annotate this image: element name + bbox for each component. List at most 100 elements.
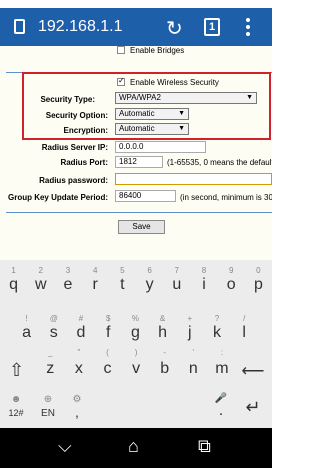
key-label: b (160, 360, 170, 377)
save-button[interactable]: Save (118, 220, 165, 234)
language-label: EN (41, 408, 55, 419)
radius-port-input[interactable]: 1812 (115, 156, 163, 168)
key-secondary-label: & (159, 314, 166, 323)
key-label: m (215, 360, 229, 377)
enable-bridges-label: Enable Bridges (130, 46, 185, 55)
radius-server-ip-label: Radius Server IP: (41, 143, 108, 152)
key-t[interactable]: 5t (109, 262, 136, 306)
key-label: w (35, 276, 47, 293)
key-label: e (63, 276, 73, 293)
key-u[interactable]: 7u (163, 262, 190, 306)
key-label: k (212, 324, 221, 341)
radius-password-label: Radius password: (39, 176, 108, 185)
url-field[interactable]: 192.168.1.1 (38, 18, 123, 36)
system-nav-bar: ⌵ ⌂ ⧉ (0, 428, 272, 468)
emoji-icon: ☻ (10, 394, 22, 405)
more-vert-icon[interactable] (246, 18, 250, 39)
back-icon[interactable]: ⌵ (58, 436, 72, 457)
key-label: o (226, 276, 236, 293)
key-p[interactable]: 0p (245, 262, 272, 306)
enter-icon: ↵ (245, 397, 261, 417)
key-label: d (76, 324, 86, 341)
key-q[interactable]: 1q (0, 262, 27, 306)
radius-port-label: Radius Port: (60, 158, 108, 167)
key-label: p (253, 276, 263, 293)
key-y[interactable]: 6y (136, 262, 163, 306)
key-secondary-label: ) (134, 348, 138, 357)
radius-port-hint: (1-65535, 0 means the default port (167, 158, 272, 167)
key-secondary-label: ? (214, 314, 220, 323)
symbols-label: 12# (8, 408, 24, 418)
key-x[interactable]: " x (65, 348, 94, 400)
key-label: y (145, 276, 154, 293)
radius-server-ip-input[interactable]: 0.0.0.0 (115, 141, 206, 153)
key-secondary-label: 7 (174, 266, 179, 275)
radius-password-input[interactable] (115, 173, 272, 185)
key-label: r (92, 276, 98, 293)
group-key-update-period-label: Group Key Update Period: (7, 193, 108, 202)
key-secondary-label: ! (25, 314, 28, 323)
key-label: l (242, 324, 246, 341)
key-label: i (202, 276, 206, 293)
period-label: . (218, 402, 224, 419)
backspace-key[interactable]: ⟵ (238, 356, 268, 384)
symbols-key[interactable]: ☻ 12# (2, 390, 30, 424)
key-e[interactable]: 3e (54, 262, 81, 306)
tab-switcher-button[interactable]: 1 (204, 18, 220, 36)
key-secondary-label: : (220, 348, 223, 357)
key-w[interactable]: 2w (27, 262, 54, 306)
key-label: u (172, 276, 182, 293)
key-label: v (132, 360, 141, 377)
home-icon[interactable]: ⌂ (128, 436, 139, 457)
router-settings-page: Enable Bridges Enable Wireless Security … (0, 46, 272, 260)
key-secondary-label: 3 (65, 266, 71, 275)
key-v[interactable]: ) v (122, 348, 151, 400)
key-secondary-label: + (187, 314, 193, 323)
key-label: g (130, 324, 140, 341)
key-secondary-label: 9 (228, 266, 234, 275)
soft-keyboard: ⇧ ⟵ ☻ 12# ⊕ EN ⚙ , 🎤 . ↵ 1q2w3e4r5t6y7u8… (0, 260, 272, 428)
key-label: c (103, 360, 112, 377)
key-label: h (158, 324, 168, 341)
key-m[interactable]: :m (208, 348, 237, 400)
enter-key[interactable]: ↵ (238, 390, 268, 424)
page-icon (14, 19, 25, 34)
key-label: n (188, 360, 198, 377)
key-label: z (46, 360, 55, 377)
key-secondary-label: @ (49, 314, 58, 323)
red-highlight-frame (22, 72, 271, 140)
key-label: a (22, 324, 32, 341)
comma-label: , (75, 404, 79, 420)
browser-toolbar: 192.168.1.1 ↻ 1 (0, 8, 272, 46)
section-divider (6, 212, 272, 213)
key-secondary-label: $ (105, 314, 111, 323)
enable-bridges-checkbox[interactable] (117, 46, 125, 54)
key-secondary-label: 8 (201, 266, 207, 275)
key-n[interactable]: ' n (179, 348, 208, 400)
group-key-update-period-input[interactable]: 86400 (115, 190, 176, 202)
recents-icon[interactable]: ⧉ (198, 436, 211, 457)
key-c[interactable]: (c (93, 348, 122, 400)
key-secondary-label: " (77, 348, 81, 357)
shift-key[interactable]: ⇧ (2, 356, 31, 384)
backspace-icon: ⟵ (241, 363, 265, 380)
key-z[interactable]: _ z (36, 348, 65, 400)
reload-icon[interactable]: ↻ (166, 16, 183, 41)
key-secondary-label: 0 (256, 266, 261, 275)
key-secondary-label: _ (48, 348, 53, 357)
key-secondary-label: ' (192, 348, 195, 357)
key-b[interactable]: -b (150, 348, 179, 400)
key-secondary-label: / (243, 314, 246, 323)
key-secondary-label: 2 (38, 266, 43, 275)
screen: 192.168.1.1 ↻ 1 Enable Bridges Enable Wi… (0, 0, 272, 468)
status-bar (0, 0, 272, 8)
key-i[interactable]: 8i (190, 262, 217, 306)
key-secondary-label: 1 (11, 266, 16, 275)
key-label: j (188, 324, 192, 341)
key-label: f (105, 324, 111, 341)
key-label: s (49, 324, 58, 341)
key-o[interactable]: 9o (218, 262, 245, 306)
key-secondary-label: 4 (92, 266, 98, 275)
key-r[interactable]: 4r (82, 262, 109, 306)
key-secondary-label: ( (106, 348, 109, 357)
